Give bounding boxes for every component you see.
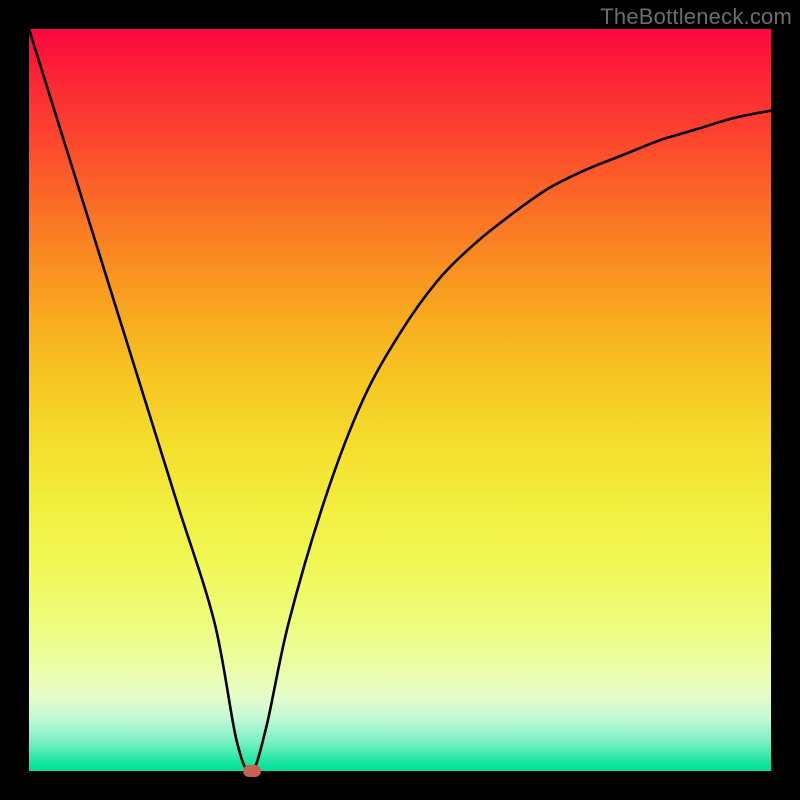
minimum-marker	[243, 765, 261, 777]
plot-area	[29, 29, 771, 771]
chart-frame: TheBottleneck.com	[0, 0, 800, 800]
bottleneck-curve	[29, 29, 771, 771]
watermark-text: TheBottleneck.com	[600, 4, 792, 30]
curve-svg	[29, 29, 771, 771]
